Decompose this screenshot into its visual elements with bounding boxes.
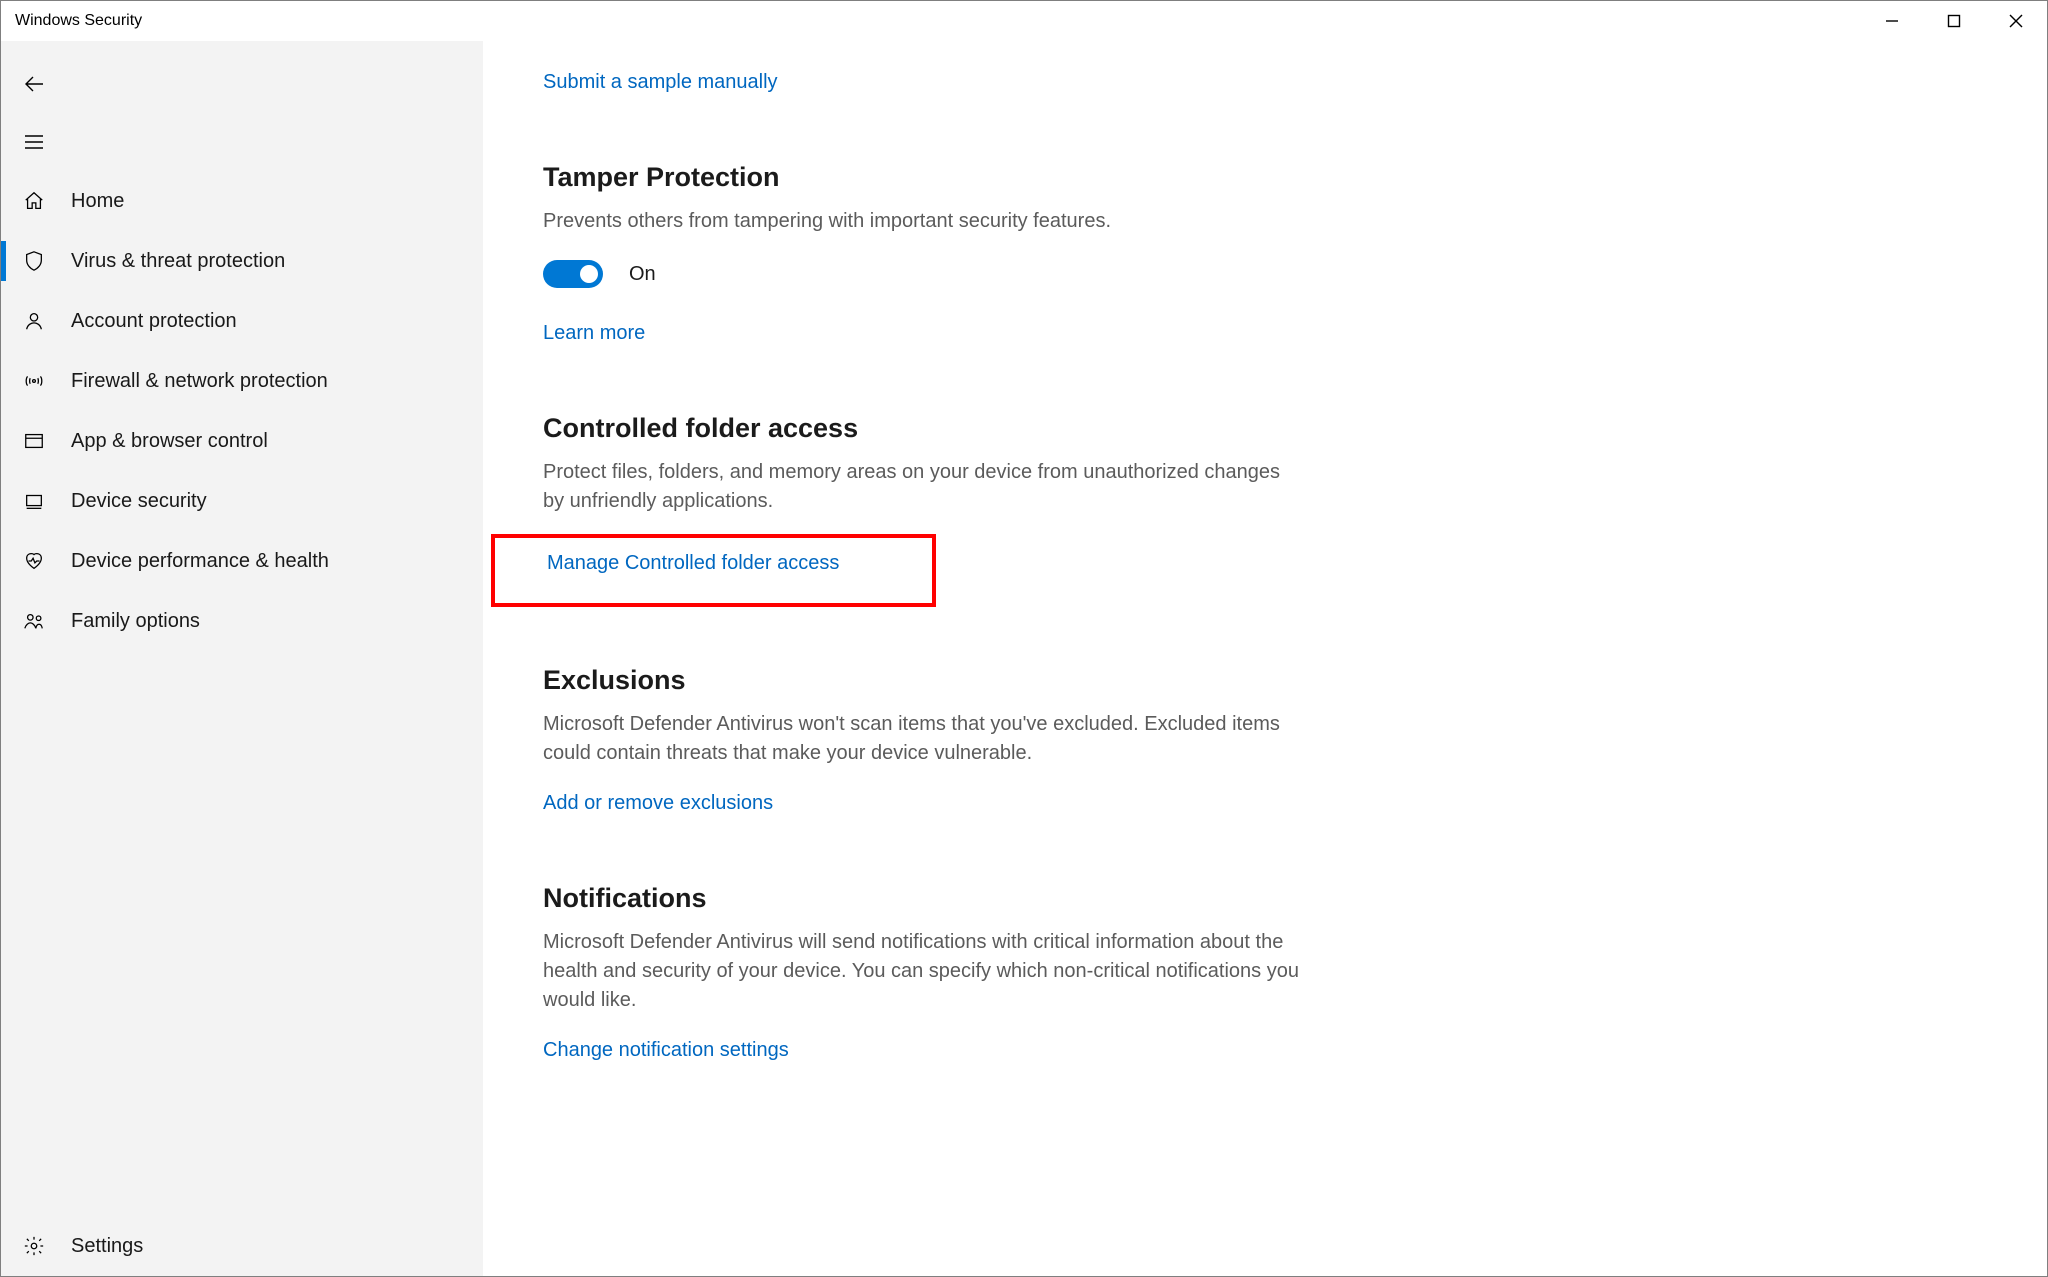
sidebar-item-settings[interactable]: Settings [1,1216,483,1276]
cfa-heading: Controlled folder access [543,413,1303,444]
tamper-learn-more-link[interactable]: Learn more [543,322,645,345]
section-submit-sample: Submit a sample manually [543,65,1303,94]
section-exclusions: Exclusions Microsoft Defender Antivirus … [543,665,1303,815]
sidebar-item-account[interactable]: Account protection [1,291,483,351]
sidebar-spacer [1,651,483,1216]
main-content[interactable]: Submit a sample manually Tamper Protecti… [483,41,2047,1276]
window-root: Windows Security [0,0,2048,1277]
sidebar-item-label: Account protection [71,310,483,333]
shield-icon [23,250,71,272]
tamper-toggle-row: On [543,260,1303,288]
notifications-heading: Notifications [543,883,1303,914]
notifications-link[interactable]: Change notification settings [543,1039,789,1062]
tamper-heading: Tamper Protection [543,162,1303,193]
home-icon [23,190,71,212]
sidebar-item-label: Firewall & network protection [71,370,483,393]
back-icon [23,72,71,96]
maximize-icon [1947,14,1961,28]
exclusions-link[interactable]: Add or remove exclusions [543,792,773,815]
manage-cfa-link[interactable]: Manage Controlled folder access [547,552,839,575]
hamburger-icon [23,131,71,153]
sidebar-item-appbrowser[interactable]: App & browser control [1,411,483,471]
sidebar: Home Virus & threat protection Account p… [1,41,483,1276]
gear-icon [23,1235,71,1257]
sidebar-item-label: Home [71,190,483,213]
exclusions-description: Microsoft Defender Antivirus won't scan … [543,710,1303,768]
sidebar-item-device-security[interactable]: Device security [1,471,483,531]
app-window-icon [23,430,71,452]
chip-icon [23,490,71,512]
sidebar-item-label: Device performance & health [71,550,483,573]
sidebar-item-firewall[interactable]: Firewall & network protection [1,351,483,411]
heart-pulse-icon [23,550,71,572]
exclusions-heading: Exclusions [543,665,1303,696]
people-icon [23,610,71,632]
tamper-toggle[interactable] [543,260,603,288]
main-inner: Submit a sample manually Tamper Protecti… [543,41,1303,1122]
antenna-icon [23,370,71,392]
section-tamper-protection: Tamper Protection Prevents others from t… [543,162,1303,345]
person-icon [23,310,71,332]
tamper-toggle-state: On [629,263,656,286]
close-icon [2009,14,2023,28]
body: Home Virus & threat protection Account p… [1,41,2047,1276]
section-notifications: Notifications Microsoft Defender Antivir… [543,883,1303,1062]
minimize-button[interactable] [1861,1,1923,41]
titlebar: Windows Security [1,1,2047,41]
maximize-button[interactable] [1923,1,1985,41]
nav-toggle-button[interactable] [1,113,483,171]
back-button[interactable] [1,55,483,113]
notifications-description: Microsoft Defender Antivirus will send n… [543,928,1303,1015]
sidebar-item-virus[interactable]: Virus & threat protection [1,231,483,291]
sidebar-item-label: App & browser control [71,430,483,453]
window-title: Windows Security [15,12,142,30]
sidebar-item-family[interactable]: Family options [1,591,483,651]
sidebar-item-label: Settings [71,1235,483,1258]
sidebar-item-home[interactable]: Home [1,171,483,231]
sidebar-item-label: Virus & threat protection [71,250,483,273]
minimize-icon [1885,14,1899,28]
cfa-highlight-box: Manage Controlled folder access [491,534,936,607]
sidebar-item-performance[interactable]: Device performance & health [1,531,483,591]
submit-sample-link[interactable]: Submit a sample manually [543,71,778,94]
sidebar-item-label: Device security [71,490,483,513]
section-controlled-folder-access: Controlled folder access Protect files, … [543,413,1303,607]
tamper-description: Prevents others from tampering with impo… [543,207,1303,236]
window-controls [1861,1,2047,41]
sidebar-item-label: Family options [71,610,483,633]
cfa-description: Protect files, folders, and memory areas… [543,458,1303,516]
close-button[interactable] [1985,1,2047,41]
